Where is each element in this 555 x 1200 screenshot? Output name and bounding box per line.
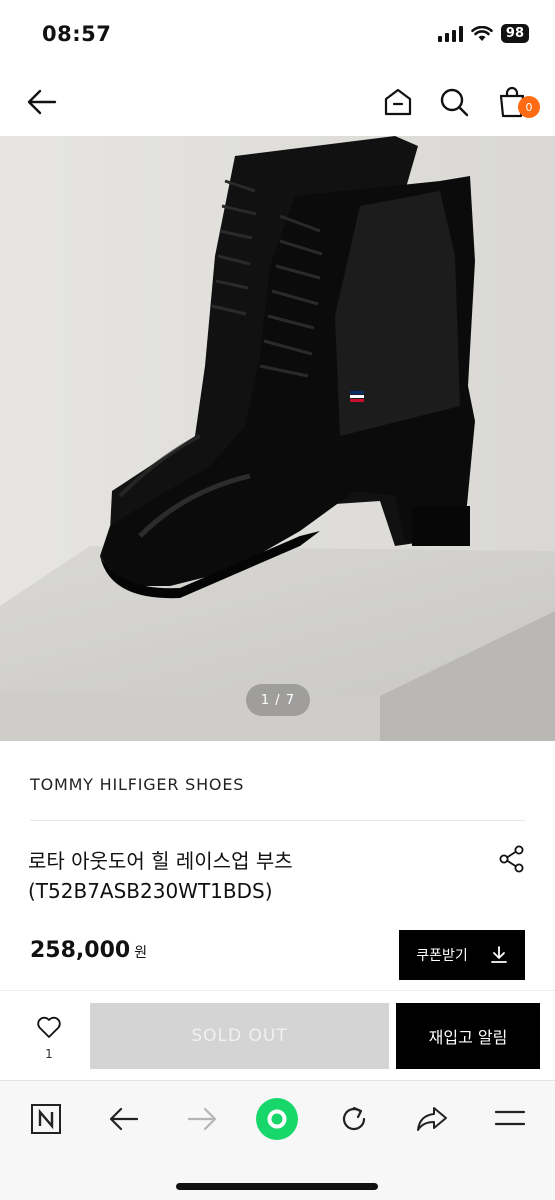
divider: [30, 820, 525, 821]
currency: 원: [134, 945, 148, 961]
status-indicators: 98: [437, 24, 529, 43]
product-name-line: 로타 아웃도어 힐 레이스업 부츠: [28, 849, 293, 873]
boot-photo: [0, 136, 555, 741]
menu-button[interactable]: [488, 1097, 532, 1141]
menu-icon: [494, 1110, 526, 1126]
naver-button[interactable]: [24, 1097, 68, 1141]
image-counter: 1 / 7: [246, 684, 310, 716]
sold-out-button[interactable]: SOLD OUT: [90, 1003, 389, 1069]
coupon-button[interactable]: 쿠폰받기: [399, 930, 525, 980]
coupon-button-label: 쿠폰받기: [416, 948, 468, 964]
status-bar: 08:57 98: [0, 0, 555, 70]
green-circle-icon: [256, 1098, 298, 1140]
wishlist-button[interactable]: 1: [30, 1015, 68, 1061]
share-button[interactable]: [497, 844, 527, 874]
search-button[interactable]: [434, 82, 474, 122]
naver-n-icon: [31, 1104, 61, 1134]
app-header: 0: [0, 70, 555, 136]
back-button[interactable]: [22, 82, 62, 122]
wifi-icon: [471, 25, 493, 41]
home-icon: [384, 88, 412, 116]
arrow-right-icon: [187, 1107, 217, 1131]
purchase-action-bar: 1 SOLD OUT 재입고 알림: [0, 990, 555, 1080]
share-arrow-icon: [417, 1107, 447, 1131]
battery-badge: 98: [500, 24, 529, 43]
browser-forward-button[interactable]: [180, 1097, 224, 1141]
reload-icon: [342, 1106, 366, 1131]
arrow-left-icon: [27, 89, 57, 115]
price-row: 258,000 원: [30, 938, 147, 963]
download-icon: [490, 946, 507, 963]
arrow-left-icon: [109, 1107, 139, 1131]
signal-icon: [437, 25, 463, 42]
product-title: 로타 아웃도어 힐 레이스업 부츠 (T52B7ASB230WT1BDS): [28, 846, 478, 906]
home-indicator: [176, 1183, 378, 1190]
browser-toolbar: [0, 1080, 555, 1200]
product-image[interactable]: 1 / 7: [0, 136, 555, 741]
restock-alert-button[interactable]: 재입고 알림: [396, 1003, 540, 1069]
browser-share-button[interactable]: [410, 1097, 454, 1141]
browser-back-button[interactable]: [102, 1097, 146, 1141]
search-icon: [440, 88, 469, 117]
product-code: (T52B7ASB230WT1BDS): [28, 879, 273, 903]
share-icon: [499, 845, 524, 873]
reload-button[interactable]: [332, 1097, 376, 1141]
price: 258,000: [30, 938, 131, 963]
status-time: 08:57: [42, 22, 112, 46]
green-dot-button[interactable]: [255, 1097, 299, 1141]
home-button[interactable]: [378, 82, 418, 122]
cart-button[interactable]: 0: [492, 82, 540, 122]
wish-count: 1: [45, 1047, 53, 1061]
cart-count-badge: 0: [518, 96, 540, 118]
heart-icon: [37, 1016, 61, 1038]
brand-name[interactable]: TOMMY HILFIGER SHOES: [30, 775, 244, 794]
